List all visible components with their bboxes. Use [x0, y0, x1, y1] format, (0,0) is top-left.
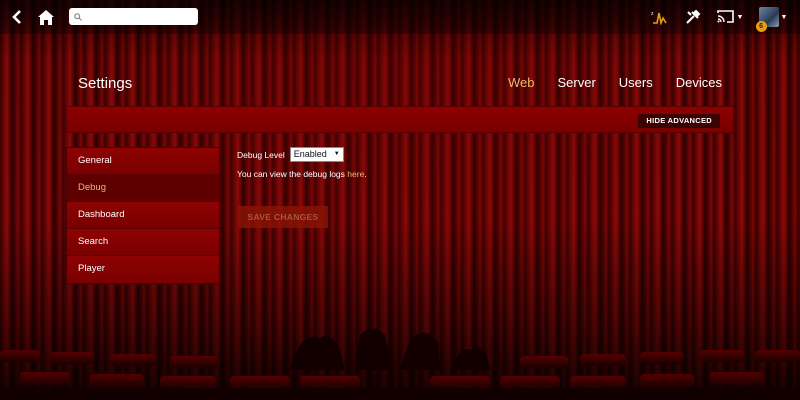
tab-users[interactable]: Users: [619, 75, 653, 90]
caret-down-icon: ▼: [333, 151, 340, 157]
tab-devices[interactable]: Devices: [676, 75, 722, 90]
activity-icon: z: [651, 11, 667, 25]
top-bar: z ▼ 6 ▼: [0, 0, 800, 34]
cast-icon: [716, 10, 734, 23]
avatar: 6: [755, 7, 779, 32]
home-button[interactable]: [34, 0, 58, 34]
logs-text: You can view the debug logs: [237, 169, 348, 179]
tab-web[interactable]: Web: [508, 75, 535, 90]
debug-logs-text: You can view the debug logs here.: [237, 169, 367, 179]
sidebar-item-player[interactable]: Player: [67, 256, 219, 283]
search-field[interactable]: [69, 8, 198, 25]
back-button[interactable]: [6, 0, 28, 34]
settings-button[interactable]: [683, 0, 703, 34]
debug-level-label: Debug Level: [237, 149, 285, 160]
logs-suffix: .: [364, 169, 367, 179]
tools-icon: [686, 9, 701, 24]
notification-badge: 6: [755, 21, 767, 32]
page-title: Settings: [78, 75, 133, 92]
chevron-left-icon: [12, 10, 21, 24]
settings-sidebar: General Debug Dashboard Search Player: [66, 147, 220, 284]
activity-button[interactable]: z: [648, 0, 670, 34]
sidebar-item-general[interactable]: General: [67, 148, 219, 175]
svg-text:z: z: [651, 11, 654, 17]
debug-level-row: Debug Level Enabled ▼: [237, 147, 344, 162]
sidebar-item-dashboard[interactable]: Dashboard: [67, 202, 219, 229]
hide-advanced-button[interactable]: HIDE ADVANCED: [638, 114, 720, 128]
search-icon: [74, 12, 82, 21]
caret-down-icon: ▼: [736, 13, 744, 21]
debug-level-select[interactable]: Enabled ▼: [289, 147, 344, 162]
cast-button[interactable]: ▼: [716, 0, 744, 34]
settings-banner: HIDE ADVANCED: [66, 106, 734, 133]
search-input[interactable]: [82, 9, 196, 24]
save-changes-button[interactable]: SAVE CHANGES: [238, 206, 328, 228]
user-menu-button[interactable]: 6 ▼: [755, 0, 790, 34]
sidebar-item-search[interactable]: Search: [67, 229, 219, 256]
sidebar-item-debug[interactable]: Debug: [67, 175, 219, 202]
home-icon: [38, 9, 54, 25]
debug-logs-link[interactable]: here: [347, 169, 364, 179]
debug-level-value: Enabled: [293, 149, 327, 159]
settings-tabs: Web Server Users Devices: [508, 75, 722, 90]
tab-server[interactable]: Server: [558, 75, 596, 90]
theater-seats-decoration: [0, 328, 800, 400]
caret-down-icon: ▼: [780, 13, 788, 21]
